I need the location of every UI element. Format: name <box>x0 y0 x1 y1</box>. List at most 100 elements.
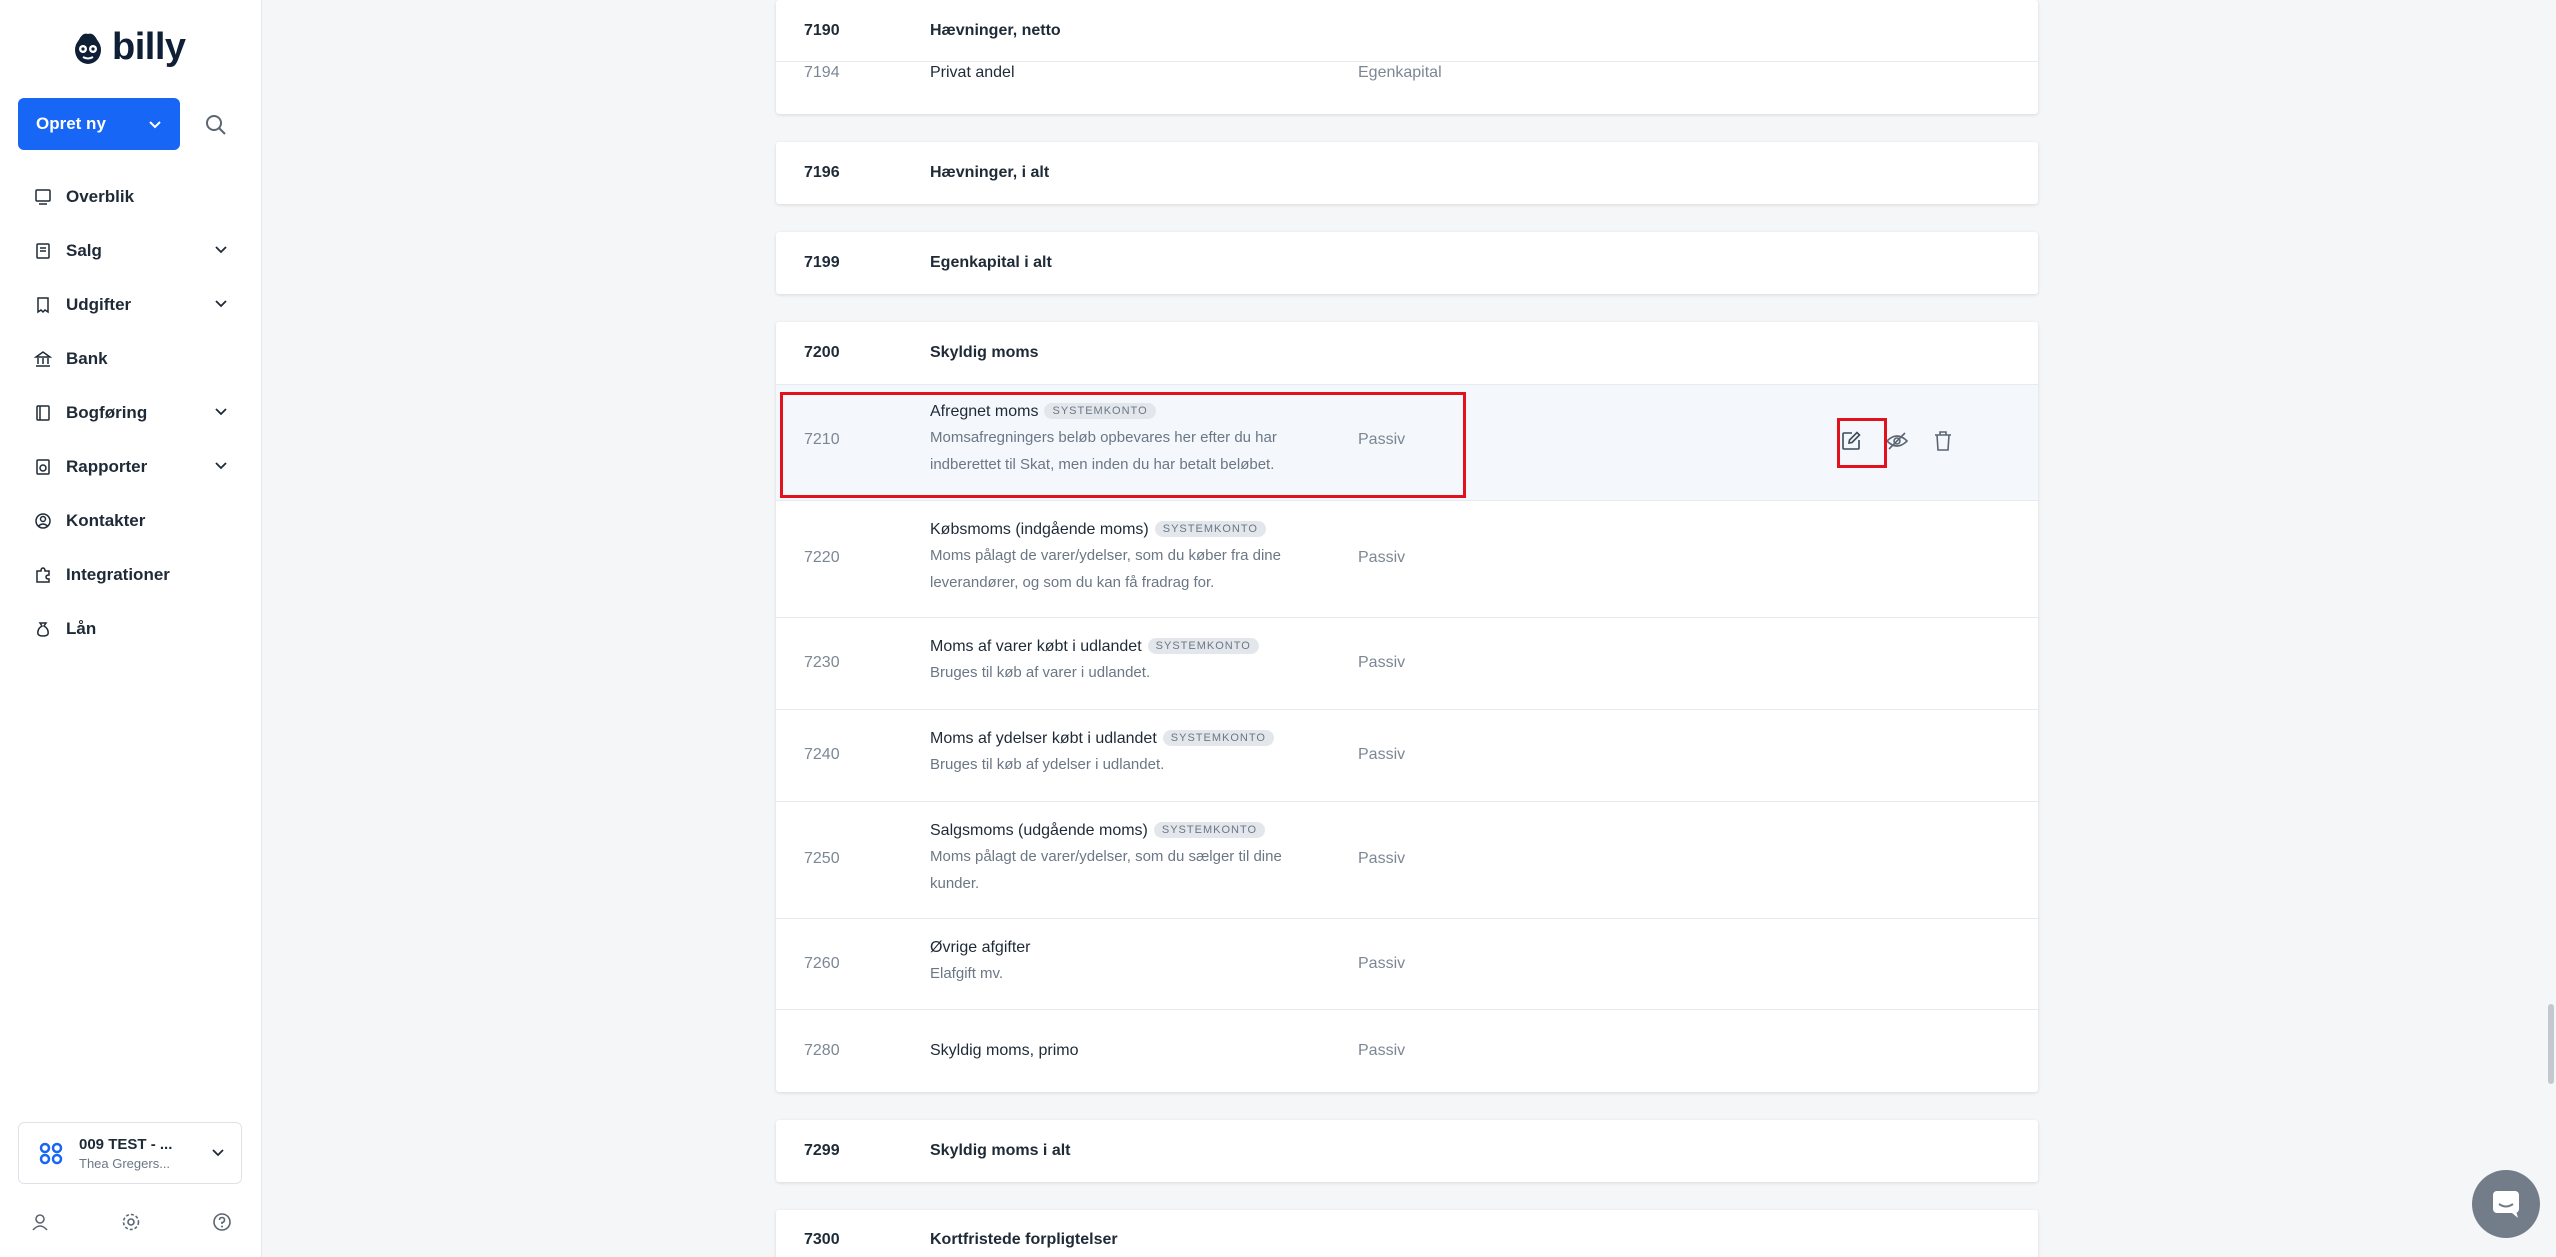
account-name: Moms af ydelser købt i udlandet <box>930 730 1157 747</box>
system-account-badge: SYSTEMKONTO <box>1147 638 1259 654</box>
chevron-down-icon <box>215 300 227 308</box>
sidebar-footer <box>30 1212 232 1232</box>
help-icon[interactable] <box>212 1212 232 1232</box>
user-profile-icon[interactable] <box>30 1212 50 1232</box>
account-group: 7190 Hævninger, netto 7194 Privat andel … <box>776 0 2038 114</box>
chevron-down-icon <box>215 246 227 254</box>
chat-icon <box>2493 1191 2519 1218</box>
account-name: Hævninger, i alt <box>930 164 1050 181</box>
sidebar-item-overblik[interactable]: Overblik <box>18 170 228 224</box>
chevron-down-icon <box>212 1149 224 1157</box>
organization-name: 009 TEST - ... <box>79 1135 173 1153</box>
sidebar-item-label: Bank <box>66 349 108 368</box>
account-name-wrap: Salgsmoms (udgående moms) SYSTEMKONTO <box>930 822 1266 840</box>
loan-icon <box>37 622 49 637</box>
account-type: Passiv <box>1358 549 1406 566</box>
sidebar-item-salg[interactable]: Salg <box>18 224 228 278</box>
account-name-wrap: Moms af varer købt i udlandet SYSTEMKONTO <box>930 638 1259 656</box>
sidebar-item-label: Salg <box>66 241 102 260</box>
sidebar-item-lan[interactable]: Lån <box>18 602 228 656</box>
account-number: 7194 <box>804 64 840 81</box>
sidebar-item-integrationer[interactable]: Integrationer <box>18 548 228 602</box>
main-content: 7190 Hævninger, netto 7194 Privat andel … <box>262 0 2556 1257</box>
report-icon <box>36 459 50 475</box>
account-description: Bruges til køb af ydelser i udlandet. <box>930 751 1320 778</box>
chat-support-button[interactable] <box>2472 1170 2540 1238</box>
account-row-7280[interactable]: 7280 Skyldig moms, primo Passiv <box>776 1010 2038 1092</box>
description-line: kunder. <box>930 875 980 892</box>
organization-switcher[interactable]: 009 TEST - ... Thea Gregers... <box>18 1122 242 1184</box>
sidebar-item-label: Lån <box>66 619 97 638</box>
account-row-7220[interactable]: 7220 Købsmoms (indgående moms) SYSTEMKONT… <box>776 501 2038 617</box>
sidebar-item-label: Bogføring <box>66 403 148 422</box>
highlight-box-row <box>780 392 1466 498</box>
hide-eye-icon[interactable] <box>1884 428 1910 454</box>
chevron-down-icon <box>215 462 227 470</box>
dashboard-icon <box>35 189 51 205</box>
description-line: Bruges til køb af varer i udlandet. <box>930 664 1151 681</box>
account-row-7240[interactable]: 7240 Moms af ydelser købt i udlandet SYST… <box>776 710 2038 801</box>
description-line: Elafgift mv. <box>930 965 1004 982</box>
description-line: Moms pålagt de varer/ydelser, som du sæl… <box>930 848 1282 865</box>
account-name: Salgsmoms (udgående moms) <box>930 822 1148 839</box>
receipt-icon <box>37 297 49 314</box>
account-sum-row-7196[interactable]: 7196 Hævninger, i alt <box>776 142 2038 204</box>
account-row-7260[interactable]: 7260 Øvrige afgifter Elafgift mv. Passiv <box>776 919 2038 1009</box>
account-number: 7190 <box>804 22 840 39</box>
billy-mascot-icon <box>75 33 101 64</box>
scrollbar-thumb[interactable] <box>2548 1004 2554 1084</box>
trash-icon[interactable] <box>1930 428 1956 454</box>
account-number: 7220 <box>804 549 840 566</box>
account-row-7250[interactable]: 7250 Salgsmoms (udgående moms) SYSTEMKONT… <box>776 802 2038 918</box>
account-name: Kortfristede forpligtelser <box>930 1231 1118 1248</box>
system-account-badge: SYSTEMKONTO <box>1154 521 1266 537</box>
organization-logo-icon <box>39 1142 63 1165</box>
bank-icon <box>34 351 52 367</box>
app-logo[interactable]: billy <box>72 26 186 69</box>
account-number: 7240 <box>804 746 840 763</box>
search-icon[interactable] <box>202 111 230 139</box>
sidebar-item-rapporter[interactable]: Rapporter <box>18 440 228 494</box>
account-sum-row-7299[interactable]: 7299 Skyldig moms i alt <box>776 1120 2038 1182</box>
sidebar-item-udgifter[interactable]: Udgifter <box>18 278 228 332</box>
description-line: leverandører, og som du kan få fradrag f… <box>930 574 1215 591</box>
sidebar-item-label: Overblik <box>66 187 135 206</box>
account-sum-row-7199[interactable]: 7199 Egenkapital i alt <box>776 232 2038 294</box>
account-name: Privat andel <box>930 64 1015 81</box>
invoice-icon <box>36 243 50 259</box>
account-type: Egenkapital <box>1358 64 1442 81</box>
puzzle-icon <box>36 567 50 583</box>
settings-gear-icon[interactable] <box>121 1212 141 1232</box>
sidebar-item-label: Rapporter <box>66 457 148 476</box>
account-header-row-7300[interactable]: 7300 Kortfristede forpligtelser <box>776 1210 2038 1257</box>
account-description: Bruges til køb af varer i udlandet. <box>930 659 1320 686</box>
logo-text: billy <box>112 26 186 68</box>
account-name: Skyldig moms, primo <box>930 1042 1079 1059</box>
account-number: 7280 <box>804 1042 840 1059</box>
system-account-badge: SYSTEMKONTO <box>1162 730 1274 746</box>
account-row-7190[interactable]: 7190 Hævninger, netto <box>776 0 2038 60</box>
contacts-icon <box>35 513 51 529</box>
account-header-row-7200[interactable]: 7200 Skyldig moms <box>776 322 2038 384</box>
account-name: Skyldig moms i alt <box>930 1142 1071 1159</box>
create-new-button[interactable]: Opret ny <box>18 98 180 150</box>
highlight-box-edit <box>1837 418 1887 468</box>
create-new-label: Opret ny <box>36 114 106 133</box>
sidebar-item-bogforing[interactable]: Bogføring <box>18 386 228 440</box>
account-row-7194[interactable]: 7194 Privat andel Egenkapital <box>776 62 2038 114</box>
sidebar-item-label: Kontakter <box>66 511 146 530</box>
account-name: Købsmoms (indgående moms) <box>930 521 1149 538</box>
account-type: Passiv <box>1358 850 1406 867</box>
description-line: Moms pålagt de varer/ydelser, som du køb… <box>930 547 1281 564</box>
account-type: Passiv <box>1358 654 1406 671</box>
account-number: 7250 <box>804 850 840 867</box>
sidebar-item-bank[interactable]: Bank <box>18 332 228 386</box>
account-type: Passiv <box>1358 1042 1406 1059</box>
account-row-7230[interactable]: 7230 Moms af varer købt i udlandet SYSTEM… <box>776 618 2038 709</box>
account-type: Passiv <box>1358 746 1406 763</box>
account-number: 7199 <box>804 254 840 271</box>
system-account-badge: SYSTEMKONTO <box>1153 822 1266 838</box>
chevron-down-icon <box>149 121 161 129</box>
account-description: Moms pålagt de varer/ydelser, som du sæl… <box>930 843 1320 897</box>
sidebar-item-kontakter[interactable]: Kontakter <box>18 494 228 548</box>
